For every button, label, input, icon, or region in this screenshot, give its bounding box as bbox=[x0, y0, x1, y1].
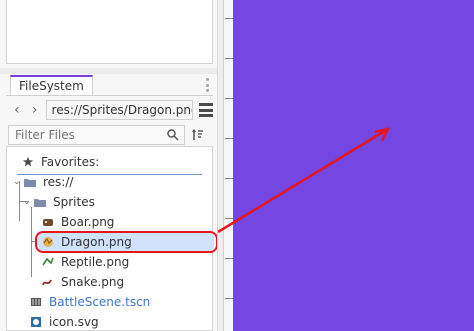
tree-row-icon-svg[interactable]: icon.svg bbox=[29, 312, 99, 331]
folder-icon bbox=[23, 175, 37, 189]
path-row: ‹ › res://Sprites/Dragon.png bbox=[6, 98, 213, 122]
app-root: FileSystem ‹ › res://Sprites/Dragon.png … bbox=[0, 0, 474, 331]
top-panel bbox=[6, 0, 213, 64]
ruler-tick bbox=[225, 18, 233, 19]
menu-dot bbox=[205, 78, 209, 81]
folder-icon bbox=[33, 195, 47, 209]
file-label: Boar.png bbox=[61, 215, 115, 229]
tree-row-file[interactable]: Reptile.png bbox=[41, 252, 129, 272]
file-label: Dragon.png bbox=[61, 235, 132, 249]
filesystem-tab[interactable]: FileSystem bbox=[10, 75, 93, 95]
sprites-folder-label: Sprites bbox=[53, 195, 95, 209]
ruler-tick bbox=[225, 258, 233, 259]
expand-toggle-icon[interactable]: ⌄ bbox=[23, 197, 33, 207]
reptile-image-icon bbox=[41, 255, 55, 269]
menu-dot bbox=[205, 83, 209, 87]
tree-row-sprites[interactable]: ⌄ Sprites bbox=[23, 192, 95, 212]
expand-toggle-icon[interactable]: ⌄ bbox=[13, 177, 23, 187]
filter-files-placeholder: Filter Files bbox=[15, 128, 75, 142]
layout-toggle-icon[interactable] bbox=[199, 103, 213, 117]
filesystem-tree: Favorites: ⌄ res:// ⌄ Sprites Boar.png D… bbox=[6, 146, 218, 331]
file-label: Snake.png bbox=[61, 275, 125, 289]
star-icon bbox=[21, 155, 35, 169]
filesystem-tab-row: FileSystem bbox=[6, 74, 213, 96]
ruler-tick bbox=[225, 58, 233, 59]
tree-row-file[interactable]: Snake.png bbox=[41, 272, 124, 292]
search-icon[interactable] bbox=[166, 128, 180, 142]
filter-files-input[interactable]: Filter Files bbox=[8, 125, 185, 145]
ruler-tick bbox=[225, 178, 233, 179]
current-path-field[interactable]: res://Sprites/Dragon.png bbox=[45, 100, 194, 120]
ruler-tick bbox=[225, 138, 233, 139]
ruler-tick bbox=[225, 98, 233, 99]
root-label: res:// bbox=[43, 175, 74, 189]
sort-icon[interactable] bbox=[191, 128, 205, 142]
scene-file-icon bbox=[29, 295, 43, 309]
left-dock: FileSystem ‹ › res://Sprites/Dragon.png … bbox=[0, 0, 218, 331]
tree-guide-line bbox=[31, 207, 32, 277]
file-label: Reptile.png bbox=[61, 255, 130, 269]
favorites-row[interactable]: Favorites: bbox=[21, 152, 99, 172]
battle-scene-label: BattleScene.tscn bbox=[49, 295, 151, 309]
layout-bar bbox=[199, 103, 213, 106]
snake-image-icon bbox=[41, 275, 55, 289]
tree-row-file[interactable]: Boar.png bbox=[41, 212, 114, 232]
boar-image-icon bbox=[41, 215, 55, 229]
svg-file-icon bbox=[29, 315, 43, 329]
layout-bar bbox=[199, 114, 213, 117]
chevron-left-icon[interactable]: ‹ bbox=[10, 100, 24, 120]
chevron-right-icon[interactable]: › bbox=[28, 100, 42, 120]
menu-dot bbox=[205, 89, 209, 92]
icon-svg-label: icon.svg bbox=[49, 315, 99, 329]
filesystem-menu-icon[interactable] bbox=[203, 78, 211, 92]
vertical-ruler bbox=[223, 0, 233, 331]
layout-bar bbox=[199, 108, 213, 112]
favorites-label: Favorites: bbox=[41, 155, 100, 169]
ruler-tick bbox=[225, 218, 233, 219]
tree-row-root[interactable]: ⌄ res:// bbox=[13, 172, 73, 192]
dragon-image-icon bbox=[41, 235, 55, 249]
scene-canvas[interactable] bbox=[233, 0, 474, 331]
filter-row: Filter Files bbox=[6, 124, 213, 146]
ruler-tick bbox=[225, 298, 233, 299]
tree-row-battle-scene[interactable]: BattleScene.tscn bbox=[29, 292, 150, 312]
tree-row-file-selected[interactable]: Dragon.png bbox=[37, 232, 214, 252]
